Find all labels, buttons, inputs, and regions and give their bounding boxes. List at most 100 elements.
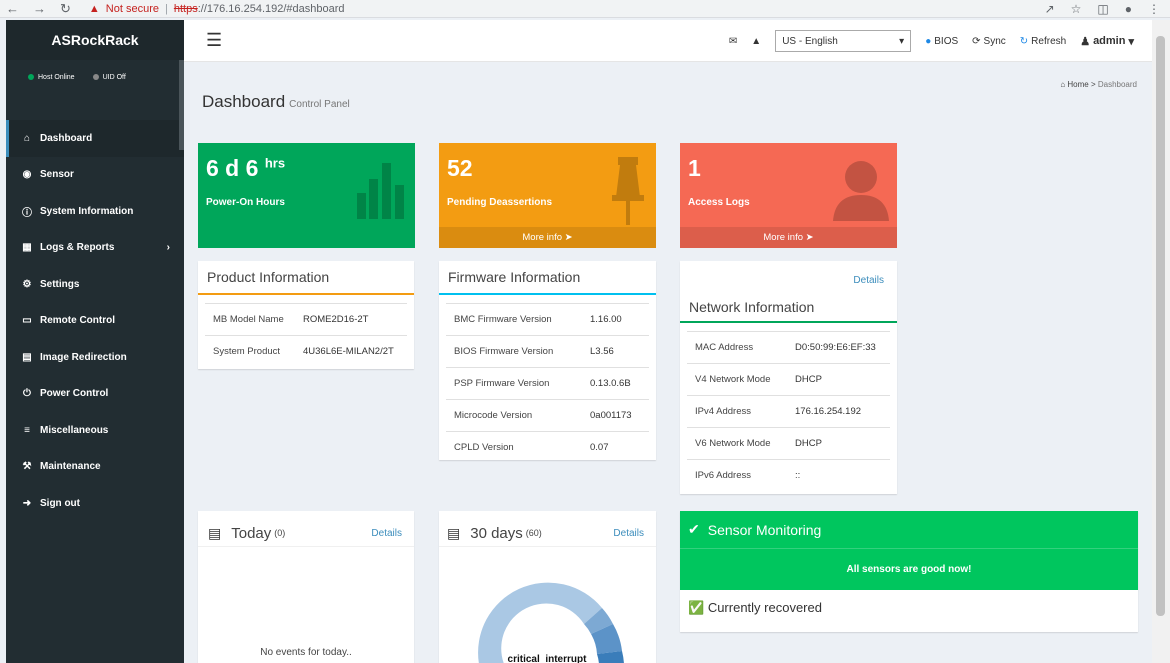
refresh-label: Refresh bbox=[1031, 35, 1067, 47]
network-row: V6 Network Mode DHCP bbox=[687, 427, 890, 459]
network-row-key: IPv4 Address bbox=[695, 406, 751, 417]
network-row-value: D0:50:99:E6:EF:33 bbox=[795, 342, 876, 353]
page-scrollbar-thumb[interactable] bbox=[1156, 36, 1165, 616]
pending-more-info-link[interactable]: More info ➤ bbox=[439, 227, 656, 248]
month-title: 30 days bbox=[470, 524, 523, 542]
sidebar-item-label: Power Control bbox=[40, 388, 109, 400]
firmware-row-value: 0.13.0.6B bbox=[590, 378, 631, 389]
bios-label: BIOS bbox=[934, 35, 959, 47]
sidebar-item-remote-control[interactable]: ▭ Remote Control bbox=[6, 303, 184, 340]
inbox-icon: ▤ bbox=[447, 524, 461, 541]
firmware-row-value: L3.56 bbox=[590, 346, 614, 357]
refresh-button[interactable]: ↻ Refresh bbox=[1020, 36, 1066, 47]
wrench-icon: ⚒ bbox=[22, 461, 32, 473]
hamburger-menu-icon[interactable]: ☰ bbox=[206, 30, 222, 51]
address-bar[interactable]: ▲ Not secure | https://176.16.254.192/#d… bbox=[89, 3, 345, 15]
network-row-key: IPv6 Address bbox=[695, 470, 751, 481]
sidebar-item-image-redirection[interactable]: ▤ Image Redirection bbox=[6, 339, 184, 376]
donut-segment-major[interactable] bbox=[478, 582, 602, 663]
gear-icon: ⚙ bbox=[22, 278, 32, 290]
profile-icon[interactable]: ● bbox=[1125, 2, 1132, 16]
firmware-row: BMC Firmware Version 1.16.00 bbox=[446, 303, 649, 335]
product-info-panel: Product Information MB Model Name ROME2D1… bbox=[198, 261, 414, 369]
network-row-value: DHCP bbox=[795, 374, 822, 385]
forward-icon[interactable]: → bbox=[33, 1, 46, 17]
network-row-value: 176.16.254.192 bbox=[795, 406, 862, 417]
breadcrumb-home[interactable]: Home bbox=[1067, 80, 1088, 89]
access-label: Access Logs bbox=[688, 197, 750, 208]
not-secure-label: Not secure bbox=[105, 2, 159, 15]
sidebar-item-sign-out[interactable]: ➜ Sign out bbox=[6, 485, 184, 522]
breadcrumb-current: Dashboard bbox=[1097, 80, 1137, 89]
pending-label: Pending Deassertions bbox=[447, 197, 553, 208]
network-row-value: DHCP bbox=[795, 438, 822, 449]
bios-button[interactable]: ● BIOS bbox=[925, 36, 958, 47]
sidebar-item-system-information[interactable]: ⓘ System Information bbox=[6, 193, 184, 230]
firmware-row-key: PSP Firmware Version bbox=[454, 378, 550, 389]
chart-icon: ▦ bbox=[22, 242, 32, 254]
sidebar-item-settings[interactable]: ⚙ Settings bbox=[6, 266, 184, 303]
language-select[interactable]: US - English ▾ bbox=[775, 30, 912, 52]
uid-status: UID Off bbox=[92, 74, 126, 120]
sidebar-item-label: Image Redirection bbox=[40, 351, 127, 363]
access-value: 1 bbox=[688, 155, 701, 181]
sidebar-item-label: Miscellaneous bbox=[40, 424, 109, 436]
product-row-key: MB Model Name bbox=[213, 314, 284, 325]
sidebar-item-label: Dashboard bbox=[40, 132, 93, 144]
pushpin-icon bbox=[612, 157, 644, 225]
today-details-link[interactable]: Details bbox=[371, 528, 402, 539]
reload-icon[interactable]: ↻ bbox=[60, 1, 71, 17]
alert-icon[interactable]: ▲ bbox=[751, 36, 761, 47]
breadcrumb: ⌂ Home > Dashboard bbox=[1060, 80, 1137, 89]
firmware-info-panel: Firmware Information BMC Firmware Versio… bbox=[439, 261, 656, 460]
firmware-row-value: 0a001173 bbox=[590, 410, 632, 421]
network-details-link[interactable]: Details bbox=[853, 275, 884, 286]
arrow-circle-right-icon: ➤ bbox=[564, 232, 573, 243]
user-icon: ♟ bbox=[1080, 35, 1091, 48]
bar-chart-icon bbox=[357, 163, 404, 219]
sensor-icon: ◉ bbox=[22, 169, 32, 181]
arrow-circle-right-icon: ➤ bbox=[805, 232, 814, 243]
sidebar-item-dashboard[interactable]: ⌂ Dashboard bbox=[6, 120, 184, 157]
sensor-status-message: All sensors are good now! bbox=[680, 548, 1138, 590]
star-icon[interactable]: ☆ bbox=[1071, 2, 1082, 16]
sidebar-item-power-control[interactable]: ⏻ Power Control bbox=[6, 376, 184, 413]
power-on-label: Power-On Hours bbox=[206, 197, 285, 208]
month-details-link[interactable]: Details bbox=[613, 528, 644, 539]
sidepanel-icon[interactable]: ◫ bbox=[1097, 2, 1108, 16]
share-icon[interactable]: ↗ bbox=[1045, 2, 1055, 16]
access-more-info-link[interactable]: More info ➤ bbox=[680, 227, 897, 248]
sidebar-scrollbar[interactable] bbox=[179, 60, 184, 150]
host-status: Host Online bbox=[28, 74, 75, 120]
brand-logo[interactable]: ASRockRack bbox=[6, 20, 184, 60]
warning-icon: ▲ bbox=[88, 2, 100, 15]
product-row-value: 4U36L6E-MILAN2/2T bbox=[303, 346, 394, 357]
host-status-label: Host Online bbox=[38, 74, 75, 81]
page-title: Dashboard Control Panel bbox=[202, 92, 350, 112]
check-circle-outline-icon: ✅ bbox=[688, 600, 705, 615]
back-icon[interactable]: ← bbox=[6, 1, 19, 17]
sidebar-item-logs-reports[interactable]: ▦ Logs & Reports › bbox=[6, 230, 184, 267]
url-host: ://176.16.254.192/#dashboard bbox=[197, 2, 345, 15]
browser-toolbar: ← → ↻ ▲ Not secure | https://176.16.254.… bbox=[0, 0, 1170, 18]
sidebar-item-label: Sensor bbox=[40, 169, 74, 181]
product-row: System Product 4U36L6E-MILAN2/2T bbox=[205, 335, 407, 367]
sidebar-item-label: Maintenance bbox=[40, 461, 101, 473]
kebab-menu-icon[interactable]: ⋮ bbox=[1148, 2, 1160, 16]
sidebar: ASRockRack Host Online UID Off ⌂ Dashboar… bbox=[6, 20, 184, 663]
uid-status-label: UID Off bbox=[102, 74, 126, 81]
home-icon: ⌂ bbox=[1060, 80, 1066, 89]
page-scrollbar[interactable] bbox=[1152, 20, 1170, 663]
sidebar-item-maintenance[interactable]: ⚒ Maintenance bbox=[6, 449, 184, 486]
user-menu[interactable]: ♟ admin ▾ bbox=[1080, 35, 1134, 48]
signout-icon: ➜ bbox=[22, 497, 32, 509]
sidebar-item-miscellaneous[interactable]: ≡ Miscellaneous bbox=[6, 412, 184, 449]
donut-center-label: critical_interrupt bbox=[508, 654, 588, 663]
refresh-icon: ↻ bbox=[1019, 35, 1029, 47]
sidebar-item-sensor[interactable]: ◉ Sensor bbox=[6, 157, 184, 194]
page-subtitle: Control Panel bbox=[289, 99, 350, 110]
mail-icon[interactable]: ✉ bbox=[729, 36, 737, 47]
sync-button[interactable]: ⟳ Sync bbox=[972, 36, 1006, 47]
product-info-title: Product Information bbox=[198, 261, 414, 295]
network-row: V4 Network Mode DHCP bbox=[687, 363, 890, 395]
